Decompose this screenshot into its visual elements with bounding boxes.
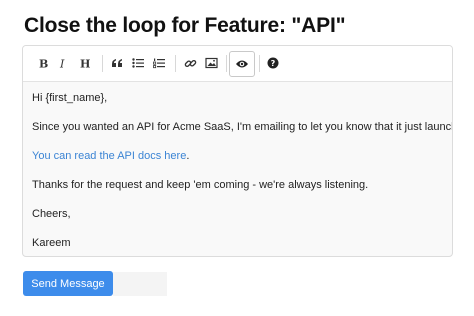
ordered-list-icon bbox=[152, 57, 166, 69]
svg-text:I: I bbox=[59, 58, 65, 70]
signature-line: Kareem bbox=[32, 237, 71, 249]
bold-icon: B bbox=[37, 57, 49, 70]
preview-eye-icon bbox=[235, 59, 249, 69]
docs-line: You can read the API docs here. bbox=[32, 149, 443, 163]
ordered-list-button[interactable] bbox=[148, 52, 170, 74]
greeting-line: Hi {first_name}, bbox=[32, 92, 108, 104]
toolbar-divider bbox=[175, 55, 176, 72]
link-icon bbox=[184, 57, 197, 70]
toolbar-divider bbox=[259, 55, 260, 72]
quote-icon bbox=[111, 57, 123, 69]
message-editor[interactable]: B I H ? Hi {first_name}, Since you wante… bbox=[22, 45, 453, 257]
italic-icon: I bbox=[57, 57, 69, 70]
svg-text:?: ? bbox=[271, 59, 276, 68]
svg-text:B: B bbox=[39, 58, 48, 70]
heading-button[interactable]: H bbox=[74, 52, 96, 74]
toolbar-divider bbox=[226, 55, 227, 72]
page-title: Close the loop for Feature: "API" bbox=[24, 14, 346, 37]
thanks-line: Thanks for the request and keep 'em comi… bbox=[32, 179, 369, 191]
heading-icon: H bbox=[79, 57, 91, 70]
unordered-list-button[interactable] bbox=[127, 52, 149, 74]
svg-text:H: H bbox=[80, 58, 90, 70]
bold-button[interactable]: B bbox=[32, 52, 54, 74]
image-icon bbox=[204, 57, 218, 69]
editor-toolbar: B I H ? bbox=[23, 46, 452, 82]
help-button[interactable]: ? bbox=[262, 52, 284, 74]
signoff-line: Cheers, bbox=[32, 208, 71, 220]
preview-button[interactable] bbox=[229, 51, 255, 77]
link-button[interactable] bbox=[179, 52, 201, 74]
unordered-list-icon bbox=[131, 57, 145, 69]
button-shadow bbox=[113, 272, 167, 296]
body-line: Since you wanted an API for Acme SaaS, I… bbox=[32, 121, 453, 133]
message-preview: Hi {first_name}, Since you wanted an API… bbox=[23, 82, 452, 250]
toolbar-divider bbox=[102, 55, 103, 72]
help-icon: ? bbox=[267, 57, 279, 69]
docs-link-suffix: . bbox=[186, 150, 190, 162]
send-message-button[interactable]: Send Message bbox=[23, 271, 113, 296]
quote-button[interactable] bbox=[106, 52, 128, 74]
image-button[interactable] bbox=[200, 52, 222, 74]
api-docs-link[interactable]: You can read the API docs here bbox=[32, 150, 186, 162]
italic-button[interactable]: I bbox=[52, 52, 74, 74]
